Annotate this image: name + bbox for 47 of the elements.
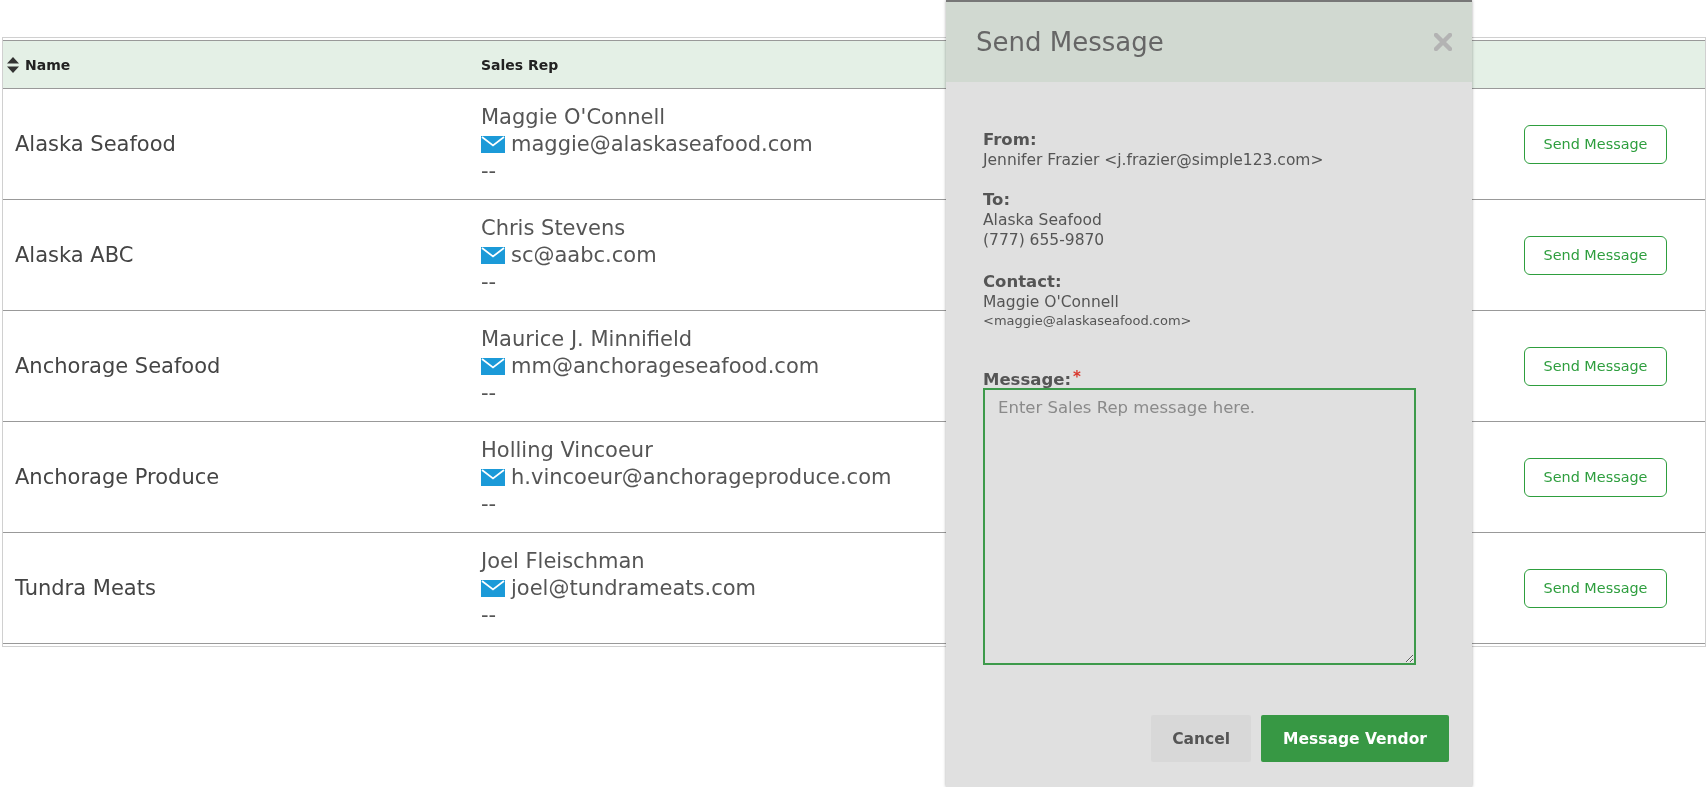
from-value: Jennifer Frazier <j.frazier@simple123.com> bbox=[983, 150, 1324, 170]
vendor-name: Tundra Meats bbox=[15, 576, 156, 600]
vendor-name: Alaska Seafood bbox=[15, 132, 176, 156]
rep-name: Joel Fleischman bbox=[481, 547, 645, 575]
envelope-icon bbox=[481, 579, 505, 597]
to-label: To: bbox=[983, 190, 1010, 210]
rep-phone: -- bbox=[481, 268, 497, 296]
vendor-name: Anchorage Seafood bbox=[15, 354, 221, 378]
envelope-icon bbox=[481, 468, 505, 486]
send-message-button[interactable]: Send Message bbox=[1524, 568, 1667, 608]
rep-name: Holling Vincoeur bbox=[481, 436, 653, 464]
cancel-button[interactable]: Cancel bbox=[1151, 715, 1252, 762]
contact-name: Maggie O'Connell bbox=[983, 292, 1119, 312]
rep-email: maggie@alaskaseafood.com bbox=[511, 130, 813, 158]
rep-name: Maggie O'Connell bbox=[481, 103, 666, 131]
message-label: Message: bbox=[983, 370, 1071, 390]
message-vendor-button[interactable]: Message Vendor bbox=[1261, 715, 1449, 762]
rep-email: mm@anchorageseafood.com bbox=[511, 352, 820, 380]
rep-email: h.vincoeur@anchorageproduce.com bbox=[511, 463, 892, 491]
vendor-name: Alaska ABC bbox=[15, 243, 134, 267]
rep-phone: -- bbox=[481, 490, 497, 518]
rep-phone: -- bbox=[481, 379, 497, 407]
rep-name: Chris Stevens bbox=[481, 214, 626, 242]
rep-email: sc@aabc.com bbox=[511, 241, 657, 269]
vendor-name: Anchorage Produce bbox=[15, 465, 220, 489]
send-message-button[interactable]: Send Message bbox=[1524, 457, 1667, 497]
envelope-icon bbox=[481, 246, 505, 264]
to-value: (777) 655-9870 bbox=[983, 230, 1105, 250]
dialog-title: Send Message bbox=[976, 27, 1164, 57]
contact-email: <maggie@alaskaseafood.com> bbox=[983, 312, 1192, 330]
send-message-button[interactable]: Send Message bbox=[1524, 235, 1667, 275]
sort-icon[interactable] bbox=[7, 56, 19, 73]
message-field[interactable]: Enter Sales Rep message here. bbox=[983, 388, 1416, 665]
rep-phone: -- bbox=[481, 601, 497, 629]
rep-phone: -- bbox=[481, 157, 497, 185]
send-message-button[interactable]: Send Message bbox=[1524, 124, 1667, 164]
to-value: Alaska Seafood bbox=[983, 210, 1102, 230]
rep-email: joel@tundrameats.com bbox=[511, 574, 757, 602]
rep-name: Maurice J. Minnifield bbox=[481, 325, 693, 353]
from-label: From: bbox=[983, 130, 1037, 150]
required-mark: * bbox=[1073, 370, 1081, 384]
envelope-icon bbox=[481, 135, 505, 153]
send-message-button[interactable]: Send Message bbox=[1524, 346, 1667, 386]
column-header[interactable]: Sales Rep bbox=[481, 56, 559, 73]
envelope-icon bbox=[481, 357, 505, 375]
contact-label: Contact: bbox=[983, 272, 1062, 292]
column-header[interactable]: Name bbox=[25, 56, 71, 73]
